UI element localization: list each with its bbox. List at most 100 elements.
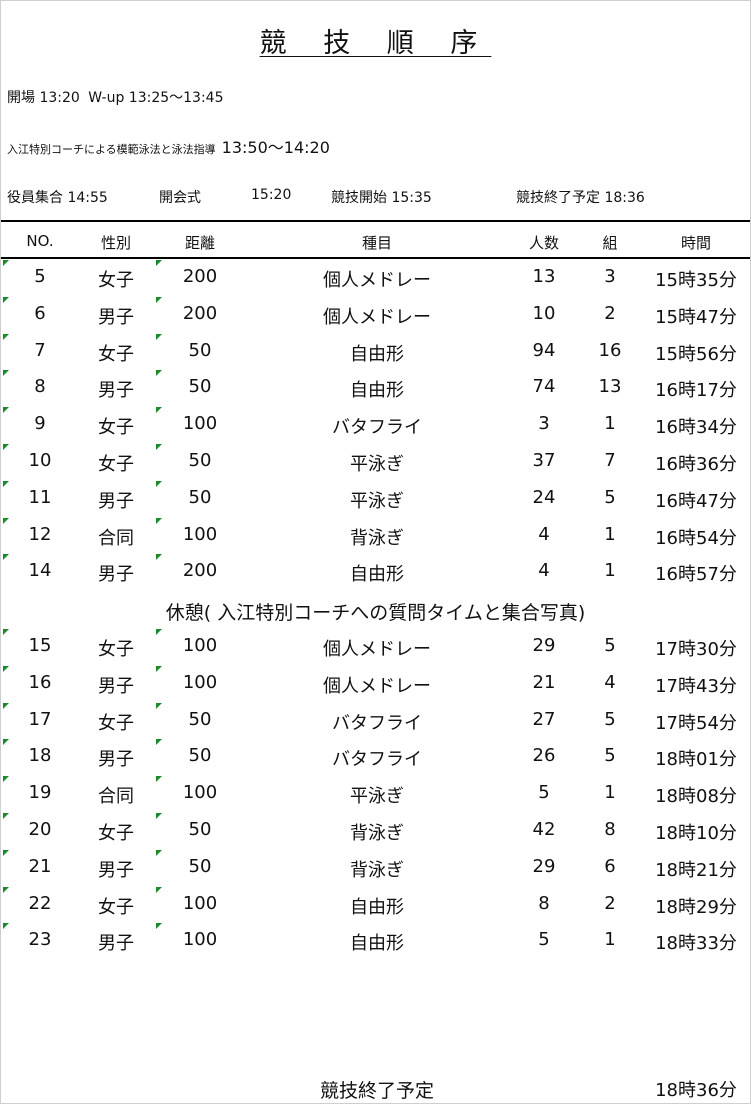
cell-gender: 女子 <box>98 454 134 475</box>
header-event: 種目 <box>361 234 392 252</box>
clinic-label: 入江特別コーチによる模範泳法と泳法指導 <box>7 143 216 156</box>
cell-distance: 50 <box>188 745 212 767</box>
cell-time: 15時47分 <box>655 306 737 328</box>
distance-comment-marker-icon <box>156 296 162 303</box>
cell-count: 74 <box>532 376 556 398</box>
table-row: 10 女子 50 平泳ぎ 37 7 16時36分 <box>1 443 750 479</box>
cell-event: 背泳ぎ <box>350 527 404 549</box>
cell-comment-marker-icon <box>3 370 9 377</box>
cell-time: 16時17分 <box>655 380 737 402</box>
cell-comment-marker-icon <box>3 444 9 450</box>
opening-info: 開場 13:20 W-up 13:25〜13:45 <box>7 87 227 107</box>
cell-event: 平泳ぎ <box>350 786 404 808</box>
cell-distance: 100 <box>182 671 218 693</box>
cell-gender: 男子 <box>98 380 134 402</box>
cell-distance: 50 <box>188 708 212 730</box>
cell-count: 10 <box>532 302 556 324</box>
cell-event: 個人メドレー <box>323 639 431 660</box>
cell-gender: 女子 <box>98 343 134 365</box>
header-distance: 距離 <box>184 234 215 252</box>
cell-distance: 200 <box>182 560 218 582</box>
cell-count: 8 <box>538 892 550 914</box>
cell-heats: 6 <box>604 855 616 877</box>
distance-comment-marker-icon <box>156 480 162 487</box>
cell-heats: 13 <box>598 376 622 398</box>
cell-gender: 女子 <box>98 823 134 844</box>
cell-event: 背泳ぎ <box>350 823 404 844</box>
cell-distance: 200 <box>182 266 218 287</box>
cell-distance: 50 <box>188 855 212 877</box>
warmup-time: W-up 13:25〜13:45 <box>88 90 224 106</box>
cell-time: 18時10分 <box>655 823 737 844</box>
distance-comment-marker-icon <box>156 554 162 561</box>
table-row: 17 女子 50 バタフライ 27 5 17時54分 <box>1 702 750 738</box>
cell-count: 13 <box>532 266 556 287</box>
table-row: 8 男子 50 自由形 74 13 16時17分 <box>1 369 750 405</box>
clinic-time: 13:50〜14:20 <box>221 138 330 157</box>
distance-comment-marker-icon <box>156 923 162 930</box>
header-top-rule <box>1 220 750 222</box>
cell-event: 自由形 <box>350 380 404 402</box>
cell-no: 8 <box>34 376 46 398</box>
distance-comment-marker-icon <box>156 629 162 635</box>
cell-count: 29 <box>532 635 556 656</box>
cell-count: 3 <box>538 413 550 435</box>
cell-comment-marker-icon <box>3 702 9 709</box>
cell-no: 10 <box>28 450 52 471</box>
cell-no: 23 <box>28 929 52 951</box>
cell-time: 18時08分 <box>655 786 737 808</box>
cell-event: 平泳ぎ <box>350 454 404 475</box>
cell-no: 15 <box>28 635 52 656</box>
table-row: 19 合同 100 平泳ぎ 5 1 18時08分 <box>1 775 750 811</box>
cell-no: 6 <box>34 302 46 324</box>
table-row: 23 男子 100 自由形 5 1 18時33分 <box>1 922 750 958</box>
cell-time: 17時43分 <box>655 675 737 697</box>
cell-no: 19 <box>28 782 52 804</box>
distance-comment-marker-icon <box>156 776 162 783</box>
cell-heats: 7 <box>604 450 616 471</box>
cell-comment-marker-icon <box>3 333 9 340</box>
header-time: 時間 <box>680 234 711 252</box>
table-row: 5 女子 200 個人メドレー 13 3 15時35分 <box>1 259 750 295</box>
cell-event: バタフライ <box>332 712 422 734</box>
opening-ceremony-label: 開会式 <box>159 190 201 206</box>
cell-heats: 3 <box>604 266 616 287</box>
cell-heats: 1 <box>604 413 616 435</box>
cell-gender: 女子 <box>98 896 134 918</box>
cell-count: 21 <box>532 671 556 693</box>
cell-count: 29 <box>532 855 556 877</box>
cell-comment-marker-icon <box>3 407 9 414</box>
cell-distance: 100 <box>182 782 218 804</box>
cell-gender: 女子 <box>98 712 134 734</box>
clinic-info: 入江特別コーチによる模範泳法と泳法指導 13:50〜14:20 <box>7 134 330 158</box>
cell-heats: 1 <box>604 782 616 804</box>
cell-comment-marker-icon <box>3 886 9 893</box>
cell-no: 5 <box>34 266 46 287</box>
distance-comment-marker-icon <box>156 444 162 450</box>
table-row: 12 合同 100 背泳ぎ 4 1 16時54分 <box>1 517 750 553</box>
cell-heats: 5 <box>604 635 616 656</box>
header-heats: 組 <box>602 234 618 252</box>
table-row: 18 男子 50 バタフライ 26 5 18時01分 <box>1 738 750 774</box>
cell-time: 17時30分 <box>655 639 737 660</box>
cell-time: 15時56分 <box>655 343 737 365</box>
cell-gender: 女子 <box>98 417 134 439</box>
cell-no: 11 <box>28 486 52 508</box>
cell-event: 平泳ぎ <box>350 490 404 512</box>
cell-count: 4 <box>538 560 550 582</box>
cell-time: 18時29分 <box>655 896 737 918</box>
cell-count: 26 <box>532 745 556 767</box>
cell-gender: 男子 <box>98 306 134 328</box>
cell-comment-marker-icon <box>3 517 9 524</box>
cell-no: 7 <box>34 339 46 361</box>
page-title: 競 技 順 序 <box>259 28 492 59</box>
opening-ceremony-time: 15:20 <box>251 187 292 203</box>
cell-event: 個人メドレー <box>323 270 431 291</box>
distance-comment-marker-icon <box>156 739 162 746</box>
cell-count: 5 <box>538 782 550 804</box>
break-label: 休憩( 入江特別コーチへの質問タイムと集合写真) <box>165 602 586 624</box>
cell-time: 16時36分 <box>655 454 737 475</box>
cell-time: 18時21分 <box>655 859 737 881</box>
cell-time: 16時57分 <box>655 564 737 586</box>
cell-heats: 1 <box>604 523 616 545</box>
